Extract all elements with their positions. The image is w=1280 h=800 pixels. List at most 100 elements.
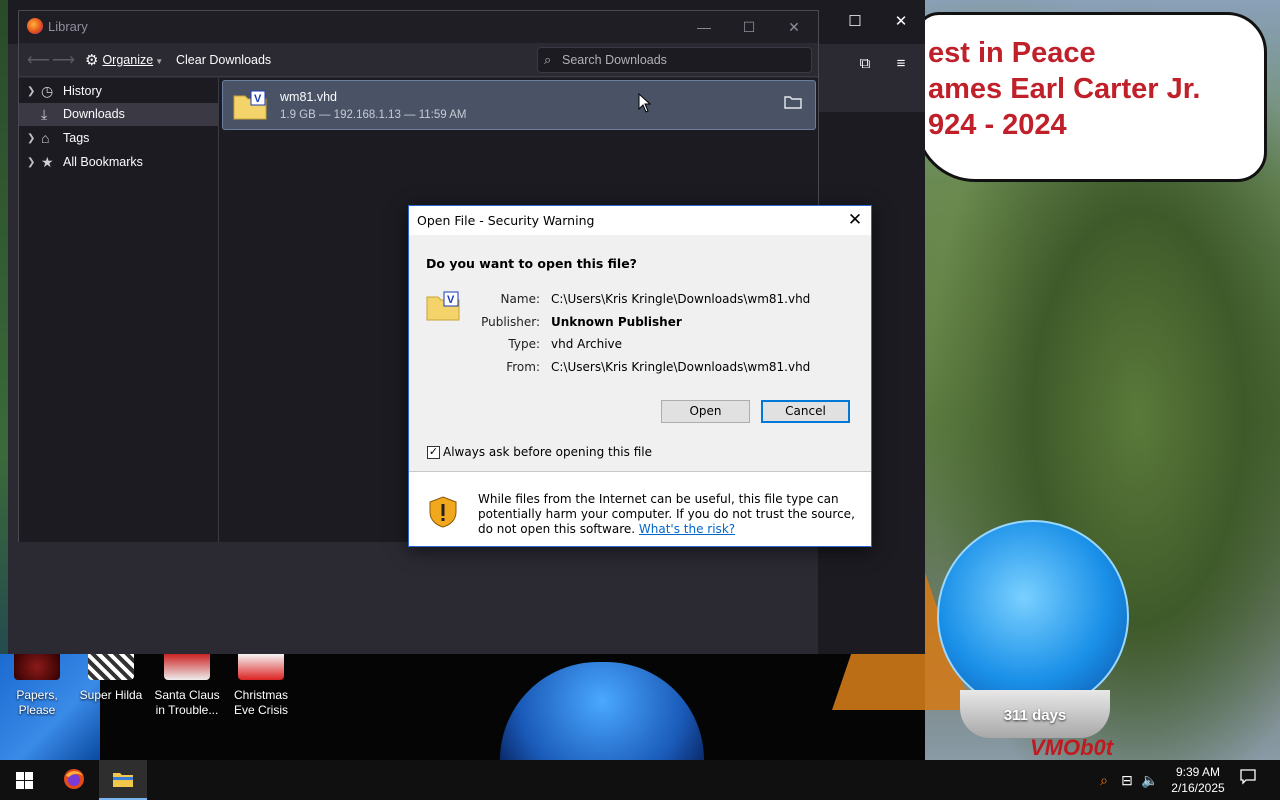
always-ask-checkbox[interactable]: ✓ xyxy=(427,446,440,459)
sidebar-item-downloads[interactable]: ⤓ Downloads xyxy=(19,103,218,126)
folder-icon[interactable] xyxy=(783,94,803,114)
organize-label: Organize xyxy=(102,53,154,67)
notification-icon[interactable] xyxy=(1236,768,1260,792)
always-ask-label[interactable]: Always ask before opening this file xyxy=(443,445,652,459)
banner-line-2: ames Earl Carter Jr. xyxy=(928,73,1201,105)
desktop-icon-super-hilda[interactable]: Super Hilda xyxy=(74,654,148,703)
publisher-label: Publisher: xyxy=(481,315,540,329)
clear-downloads-button[interactable]: Clear Downloads xyxy=(176,50,271,70)
library-sidebar: ❯ ◷ History ⤓ Downloads ❯ ⌂ Tags ❯ ★ All… xyxy=(19,78,219,542)
warning-shield-icon xyxy=(429,496,457,528)
from-value: C:\Users\Kris Kringle\Downloads\wm81.vhd xyxy=(551,360,811,374)
mouse-cursor-icon xyxy=(638,93,652,113)
organize-button[interactable]: ⚙ Organize ▼ xyxy=(85,50,163,70)
menu-icon[interactable]: ≡ xyxy=(885,50,917,78)
close-icon[interactable]: ✕ xyxy=(841,208,869,232)
search-tray-icon[interactable]: ⌕ xyxy=(1094,770,1114,790)
christmas-eve-crisis-icon xyxy=(238,654,284,680)
star-icon: ★ xyxy=(41,154,54,170)
taskbar-file-explorer[interactable] xyxy=(99,760,147,800)
sidebar-item-label: History xyxy=(63,84,102,98)
desktop-icon-label: Eve Crisis xyxy=(233,703,288,717)
desktop-icon-label: in Trouble... xyxy=(155,703,219,717)
type-row: Type: vhd Archive xyxy=(409,337,871,355)
chevron-right-icon[interactable]: ❯ xyxy=(27,151,35,174)
clock-icon: ◷ xyxy=(41,83,54,99)
snow-globe-countdown xyxy=(937,520,1129,712)
maximize-icon[interactable]: ☐ xyxy=(726,15,772,39)
gear-icon: ⚙ xyxy=(85,52,99,69)
dialog-titlebar[interactable]: Open File - Security Warning ✕ xyxy=(409,206,871,235)
desktop-icon-label: Santa Claus xyxy=(154,688,220,702)
system-clock[interactable]: 9:39 AM 2/16/2025 xyxy=(1160,764,1236,796)
vhd-file-icon: V xyxy=(233,90,267,120)
dialog-title: Open File - Security Warning xyxy=(417,213,595,228)
tag-icon: ⌂ xyxy=(41,130,50,146)
publisher-row: Publisher: Unknown Publisher xyxy=(409,315,871,333)
sidebar-item-all-bookmarks[interactable]: ❯ ★ All Bookmarks xyxy=(19,151,218,174)
security-warning-dialog: Open File - Security Warning ✕ Do you wa… xyxy=(408,205,872,547)
svg-text:V: V xyxy=(254,93,262,105)
search-icon: ⌕ xyxy=(544,52,552,67)
network-icon[interactable]: ⊟ xyxy=(1117,770,1137,790)
sidebar-item-label: Downloads xyxy=(63,107,125,121)
search-box[interactable]: ⌕ xyxy=(537,47,812,73)
chevron-right-icon[interactable]: ❯ xyxy=(27,127,35,150)
type-value: vhd Archive xyxy=(551,337,623,351)
chevron-right-icon[interactable]: ❯ xyxy=(27,80,35,103)
download-filename: wm81.vhd xyxy=(280,90,337,104)
publisher-value[interactable]: Unknown Publisher xyxy=(551,315,682,329)
library-toolbar: ⟵ ⟶ ⚙ Organize ▼ Clear Downloads ⌕ xyxy=(19,43,818,77)
close-icon[interactable]: ✕ xyxy=(771,15,817,39)
name-row: Name: C:\Users\Kris Kringle\Downloads\wm… xyxy=(409,292,871,310)
desktop-icon-santa-claus[interactable]: Santa Claus in Trouble... xyxy=(150,654,224,718)
firefox-icon xyxy=(64,769,84,789)
firefox-maximize-button[interactable]: ☐ xyxy=(839,8,871,36)
from-row: From: C:\Users\Kris Kringle\Downloads\wm… xyxy=(409,360,871,378)
sidebar-item-label: Tags xyxy=(63,131,90,145)
taskbar-firefox[interactable] xyxy=(50,760,98,800)
start-button[interactable] xyxy=(0,760,48,800)
firefox-close-button[interactable]: ✕ xyxy=(885,8,917,36)
countdown-label: 311 days xyxy=(960,690,1110,738)
open-button[interactable]: Open xyxy=(661,400,750,423)
sidebar-item-history[interactable]: ❯ ◷ History xyxy=(19,80,218,103)
banner-line-3: 924 - 2024 xyxy=(928,109,1067,141)
download-icon: ⤓ xyxy=(41,106,48,122)
desktop-icon-christmas-eve-crisis[interactable]: Christmas Eve Crisis xyxy=(224,654,298,718)
whats-the-risk-link[interactable]: What's the risk? xyxy=(639,522,735,536)
library-title: Library xyxy=(48,19,88,34)
dialog-question: Do you want to open this file? xyxy=(426,256,637,271)
type-label: Type: xyxy=(508,337,540,351)
clock-date: 2/16/2025 xyxy=(1171,781,1225,795)
search-input[interactable] xyxy=(562,51,802,69)
memorial-banner: est in Peace ames Earl Carter Jr. 924 - … xyxy=(915,12,1267,182)
volume-muted-icon[interactable]: 🔈 xyxy=(1140,770,1160,790)
sidebar-item-label: All Bookmarks xyxy=(63,155,143,169)
library-titlebar[interactable]: Library — ☐ ✕ xyxy=(19,11,818,43)
desktop-icon-papers-please[interactable]: Papers, Please xyxy=(0,654,74,718)
desktop-icon-label: Christmas xyxy=(233,688,288,702)
minimize-icon[interactable]: — xyxy=(681,15,727,39)
name-value: C:\Users\Kris Kringle\Downloads\wm81.vhd xyxy=(551,292,811,306)
warning-text: While files from the Internet can be use… xyxy=(478,492,863,537)
clock-time: 9:39 AM xyxy=(1175,765,1221,779)
file-explorer-icon xyxy=(113,773,133,787)
forward-arrow-icon[interactable]: ⟶ xyxy=(52,50,75,70)
wallpaper-left xyxy=(0,0,8,760)
extensions-icon[interactable]: ⧉ xyxy=(849,50,881,78)
from-label: From: xyxy=(506,360,540,374)
download-details: 1.9 GB — 192.168.1.13 — 11:59 AM xyxy=(280,109,467,121)
name-label: Name: xyxy=(500,292,540,306)
wallpaper-signature: VMOb0t xyxy=(1030,735,1114,760)
dialog-footer: While files from the Internet can be use… xyxy=(409,472,871,546)
santa-claus-icon xyxy=(164,654,210,680)
firefox-logo-icon xyxy=(27,18,43,34)
download-item[interactable]: V wm81.vhd 1.9 GB — 192.168.1.13 — 11:59… xyxy=(222,80,816,130)
super-hilda-icon xyxy=(88,654,134,680)
sidebar-item-tags[interactable]: ❯ ⌂ Tags xyxy=(19,127,218,150)
cancel-button[interactable]: Cancel xyxy=(761,400,850,423)
back-arrow-icon[interactable]: ⟵ xyxy=(27,50,50,70)
windows-logo-icon xyxy=(16,772,33,789)
papers-please-icon xyxy=(14,654,60,680)
